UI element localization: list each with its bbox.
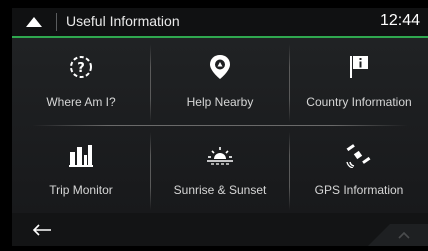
tile-label: Where Am I? (46, 95, 116, 109)
sunrise-icon (207, 147, 233, 165)
help-pin-icon (210, 55, 230, 79)
tile-gps-information[interactable]: GPS Information (290, 126, 428, 213)
menu-up-button[interactable] (12, 8, 56, 36)
satellite-icon (346, 144, 371, 168)
menu-grid: ? Where Am I? Help Nearby Country Inform… (12, 38, 428, 213)
info-flag-icon (350, 56, 368, 78)
tile-label: Country Information (306, 95, 412, 109)
grid-divider (32, 125, 408, 126)
grid-divider (150, 132, 151, 210)
grid-divider (289, 132, 290, 210)
tile-help-nearby[interactable]: Help Nearby (151, 38, 289, 125)
location-question-icon: ? (70, 56, 92, 78)
navigation-screen: Useful Information 12:44 ? Where Am I? H… (0, 0, 428, 246)
scroll-up-button[interactable] (368, 213, 428, 246)
triangle-up-icon (26, 17, 42, 27)
chevron-up-icon (368, 224, 428, 246)
clock: 12:44 (379, 12, 420, 29)
tile-where-am-i[interactable]: ? Where Am I? (12, 38, 150, 125)
bottom-bar (12, 213, 428, 246)
bar-chart-icon (69, 145, 93, 167)
grid-divider (150, 44, 151, 122)
tile-trip-monitor[interactable]: Trip Monitor (12, 126, 150, 213)
tile-country-information[interactable]: Country Information (290, 38, 428, 125)
arrow-left-icon (32, 223, 51, 236)
header-bar: Useful Information 12:44 (12, 8, 428, 36)
back-button[interactable] (12, 213, 72, 246)
page-title: Useful Information (66, 13, 180, 29)
tile-label: Sunrise & Sunset (173, 183, 267, 197)
header-separator (56, 13, 57, 31)
tile-sunrise-sunset[interactable]: Sunrise & Sunset (151, 126, 289, 213)
tile-label: Trip Monitor (49, 183, 113, 197)
svg-text:?: ? (77, 61, 85, 76)
tile-label: Help Nearby (186, 95, 254, 109)
tile-label: GPS Information (314, 183, 404, 197)
grid-divider (289, 44, 290, 122)
